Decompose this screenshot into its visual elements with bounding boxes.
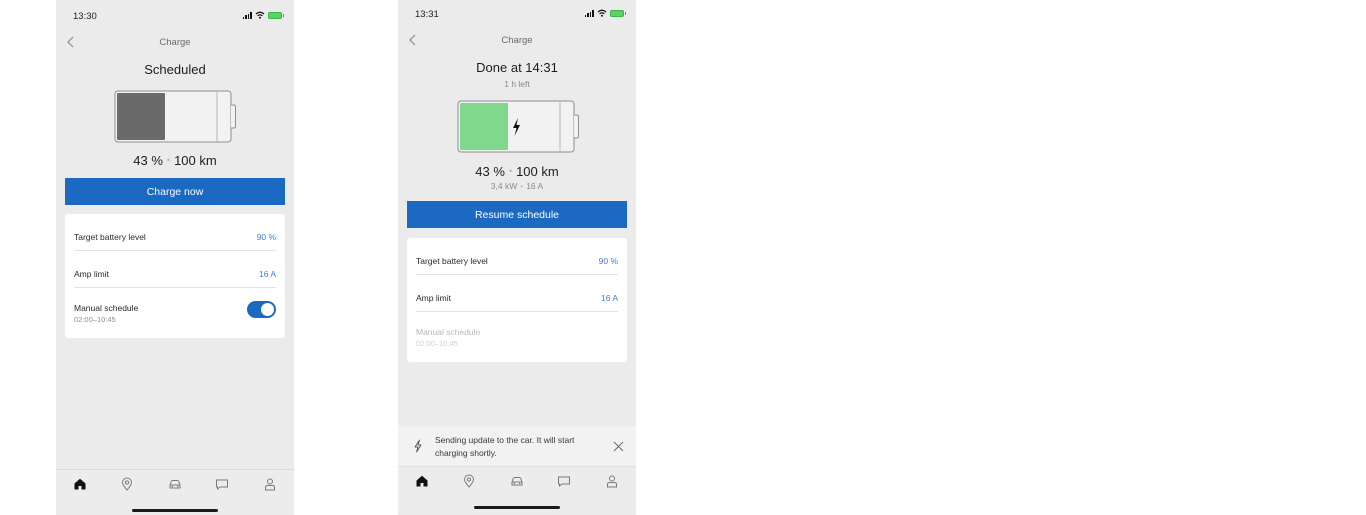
manual-schedule-time: 02:00–10:45 [416,339,458,348]
target-battery-level-row[interactable]: Target battery level 90 % [74,214,276,251]
manual-schedule-time: 02:00–10:45 [74,315,116,324]
tab-profile[interactable] [605,474,619,488]
tab-home[interactable] [73,477,87,491]
phone-screen-scheduled: 13:30 Charge Scheduled 43 % • 100 km Charg… [56,0,294,515]
target-battery-level-row[interactable]: Target battery level 90 % [416,238,618,275]
tab-car[interactable] [510,474,524,488]
chat-icon [558,476,570,488]
tab-messages[interactable] [557,474,571,488]
profile-icon [607,475,617,488]
battery-metrics: 43 % • 100 km [56,153,294,168]
home-icon [74,478,86,490]
car-icon [511,477,523,486]
page-title: Charge [501,35,533,46]
home-indicator [474,506,560,509]
charge-settings-card: Target battery level 90 % Amp limit 16 A… [65,214,285,338]
amp-limit-value: 16 A [258,269,276,279]
target-battery-level-value: 90 % [256,232,276,242]
wifi-icon [255,11,265,19]
separator-dot: • [520,181,524,191]
tab-messages[interactable] [215,477,229,491]
charge-now-button[interactable]: Charge now [65,178,285,205]
status-icons [584,9,626,17]
status-bar: 13:31 [398,0,636,28]
nav-header: Charge [56,33,294,53]
battery-fill-level [117,93,165,140]
nav-header: Charge [398,31,636,51]
bottom-tab-bar [398,466,636,512]
status-bar: 13:30 [56,0,294,28]
separator-dot: • [166,155,171,165]
manual-schedule-label: Manual schedule [416,327,481,337]
battery-illustration [114,90,236,143]
lightning-icon [414,439,422,453]
battery-status-icon [268,11,284,19]
toast-message: Sending update to the car. It will start… [435,435,575,458]
tab-map[interactable] [120,477,134,491]
page-title: Charge [159,37,191,48]
time-left: 1 h left [504,79,530,89]
charge-power-kw: 3,4 kW [490,181,518,191]
battery-metrics: 43 % • 100 km [398,164,636,179]
chat-icon [216,479,228,491]
battery-range: 100 km [174,153,217,168]
amp-limit-row[interactable]: Amp limit 16 A [416,275,618,312]
location-pin-icon [121,477,133,491]
manual-schedule-toggle[interactable] [247,301,276,318]
update-toast: Sending update to the car. It will start… [398,426,636,466]
cellular-signal-icon [242,11,252,19]
battery-percent: 43 % [133,153,163,168]
status-time: 13:31 [415,9,439,20]
resume-schedule-button[interactable]: Resume schedule [407,201,627,228]
amp-limit-label: Amp limit [74,269,109,279]
manual-schedule-row: Manual schedule 02:00–10:45 [416,312,618,362]
phone-screen-charging: 13:31 Charge Done at 14:31 1 h left 43 %… [398,0,636,515]
amp-limit-label: Amp limit [416,293,451,303]
target-battery-level-label: Target battery level [416,256,488,266]
car-icon [169,480,181,489]
home-indicator [132,509,218,512]
tab-home[interactable] [415,474,429,488]
charging-power: 3,4 kW • 16 A [398,181,636,191]
amp-limit-value: 16 A [600,293,618,303]
target-battery-level-value: 90 % [598,256,618,266]
manual-schedule-label: Manual schedule [74,303,139,313]
amp-limit-row[interactable]: Amp limit 16 A [74,251,276,288]
battery-percent: 43 % [475,164,505,179]
toggle-knob [261,303,274,316]
charge-status-headline: Done at 14:31 [476,60,558,75]
battery-status-icon [610,9,626,17]
status-icons [242,11,284,19]
tab-car[interactable] [168,477,182,491]
location-pin-icon [463,474,475,488]
charge-status-headline: Scheduled [144,62,206,77]
home-icon [416,475,428,487]
status-time: 13:30 [73,11,97,22]
charge-current: 16 A [526,181,544,191]
close-icon[interactable] [613,441,624,452]
separator-dot: • [508,166,513,176]
cellular-signal-icon [584,9,594,17]
battery-range: 100 km [516,164,559,179]
manual-schedule-row[interactable]: Manual schedule 02:00–10:45 [74,288,276,338]
battery-illustration [457,100,579,153]
wifi-icon [597,9,607,17]
profile-icon [265,478,275,491]
bottom-tab-bar [56,469,294,515]
tab-profile[interactable] [263,477,277,491]
target-battery-level-label: Target battery level [74,232,146,242]
battery-fill-level [460,103,508,150]
charge-settings-card: Target battery level 90 % Amp limit 16 A… [407,238,627,362]
tab-map[interactable] [462,474,476,488]
